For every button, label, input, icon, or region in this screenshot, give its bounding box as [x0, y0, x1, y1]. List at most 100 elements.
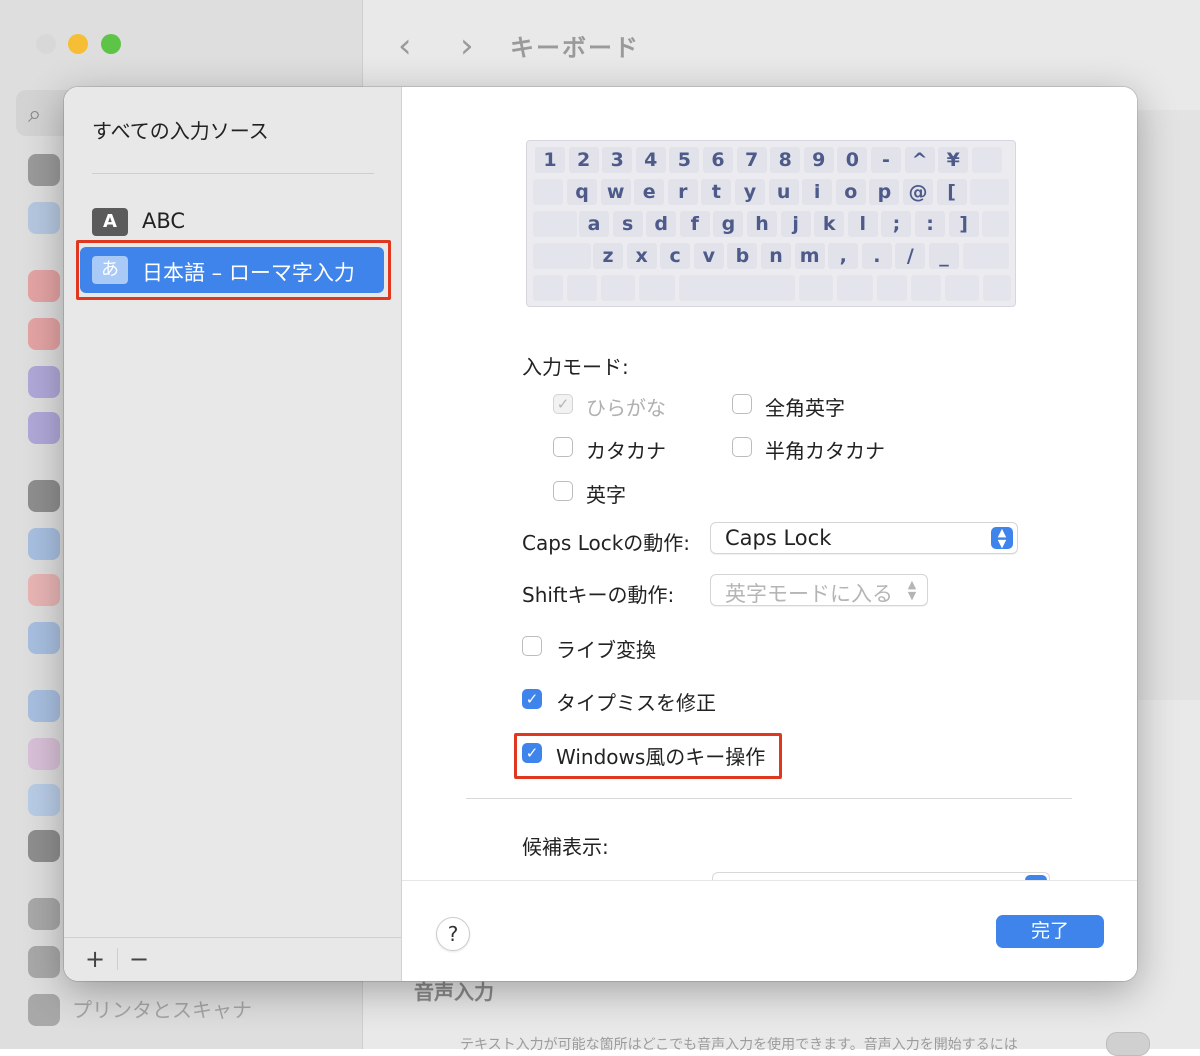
done-button[interactable]: 完了: [996, 915, 1104, 948]
keyboard-key-blank: [799, 275, 833, 301]
voice-input-toggle[interactable]: [1106, 1032, 1150, 1056]
keyboard-key: /: [895, 243, 926, 269]
input-mode-label: 入力モード:: [522, 355, 629, 379]
keyboard-key: m: [794, 243, 825, 269]
remove-source-button[interactable]: −: [124, 944, 154, 974]
keyboard-key-blank: [982, 211, 1009, 237]
keyboard-key: 9: [803, 147, 834, 173]
focus-icon: [28, 366, 60, 398]
keyboard-key: 6: [703, 147, 733, 173]
annotation-highlight-box: [76, 240, 391, 300]
input-sources-sheet: すべての入力ソース A ABC あ 日本語 – ローマ字入力 + − 12345…: [64, 87, 1137, 981]
keyboard-key: ]: [948, 211, 979, 237]
sources-footer: + −: [64, 937, 401, 981]
sidebar-item-printers[interactable]: プリンタとスキャナ: [72, 994, 252, 1023]
back-chevron-icon[interactable]: ‹: [398, 26, 412, 66]
appearance-icon: [28, 202, 60, 234]
keyboard-key-blank: [877, 275, 907, 301]
keyboard-key-blank: [533, 243, 591, 269]
add-source-button[interactable]: +: [80, 944, 110, 974]
mode-halfwidth-katakana-checkbox[interactable]: [732, 437, 752, 457]
keyboard-key: g: [713, 211, 744, 237]
source-item-abc[interactable]: A ABC: [80, 199, 384, 245]
abc-badge-icon: A: [92, 208, 128, 236]
divider: [117, 948, 118, 970]
help-button[interactable]: ?: [436, 917, 470, 951]
keyboard-key-blank: [970, 179, 1009, 205]
typo-fix-checkbox[interactable]: ✓: [522, 689, 542, 709]
keyboard-key: 0: [837, 147, 868, 173]
screen-time-icon: [28, 154, 60, 186]
keyboard-key: x: [626, 243, 657, 269]
divider: [92, 173, 374, 174]
keyboard-key: 2: [568, 147, 599, 173]
background-card: [1138, 110, 1200, 240]
zoom-window-button[interactable]: [101, 34, 121, 54]
keyboard-key: ,: [828, 243, 859, 269]
sheet-footer: ? 完了: [402, 880, 1137, 981]
keyboard-key: k: [814, 211, 845, 237]
keyboard-key: 7: [736, 147, 767, 173]
printer-icon: [28, 994, 60, 1026]
users-icon: [28, 622, 60, 654]
keyboard-key: c: [660, 243, 691, 269]
keyboard-key: o: [835, 179, 866, 205]
live-conversion-checkbox[interactable]: [522, 636, 542, 656]
mode-roman-checkbox[interactable]: [553, 481, 573, 501]
keyboard-key-blank: [601, 275, 635, 301]
background-card: [1138, 240, 1200, 700]
typo-fix-label: タイプミスを修正: [556, 691, 716, 715]
lock-icon: [28, 480, 60, 512]
internet-accounts-icon: [28, 690, 60, 722]
keyboard-key: 5: [669, 147, 700, 173]
keyboard-key: e: [634, 179, 665, 205]
touch-id-icon: [28, 574, 60, 606]
input-sources-title: すべての入力ソース: [92, 119, 269, 143]
mode-fullwidth-roman-label: 全角英字: [765, 396, 845, 420]
caps-lock-value: Caps Lock: [725, 526, 832, 550]
trackpad-icon: [28, 946, 60, 978]
shift-key-value: 英字モードに入る: [725, 582, 893, 606]
input-sources-sidebar: すべての入力ソース A ABC あ 日本語 – ローマ字入力 + −: [64, 87, 402, 981]
mode-hiragana-label: ひらがな: [586, 396, 666, 420]
keyboard-key: p: [869, 179, 900, 205]
keyboard-key: j: [780, 211, 811, 237]
keyboard-key: q: [567, 179, 597, 205]
search-icon: ⌕: [28, 100, 42, 128]
shift-key-select[interactable]: 英字モードに入る ▲ ▼: [710, 574, 928, 606]
keyboard-key: _: [929, 243, 959, 269]
keyboard-key-blank: [567, 275, 597, 301]
caps-lock-label: Caps Lockの動作:: [522, 531, 691, 555]
keyboard-key: 1: [535, 147, 565, 173]
up-down-chevron-icon: ▲ ▼: [907, 578, 917, 602]
forward-chevron-icon[interactable]: ›: [460, 26, 474, 66]
keyboard-key: ¥: [938, 147, 969, 173]
screen-time-hourglass-icon: [28, 412, 60, 444]
keyboard-key: [: [936, 179, 967, 205]
keyboard-key: r: [667, 179, 698, 205]
keyboard-key-blank: [837, 275, 873, 301]
keyboard-key-blank: [533, 179, 563, 205]
keyboard-key: t: [701, 179, 732, 205]
candidate-display-label: 候補表示:: [522, 835, 609, 859]
keyboard-key: d: [646, 211, 677, 237]
minimize-window-button[interactable]: [68, 34, 88, 54]
caps-lock-select[interactable]: Caps Lock ▲ ▼: [710, 522, 1018, 554]
keyboard-key-blank: [945, 275, 979, 301]
keyboard-key-blank: [971, 147, 1002, 173]
divider: [466, 798, 1072, 799]
keyboard-key: v: [693, 243, 724, 269]
mode-katakana-checkbox[interactable]: [553, 437, 573, 457]
close-window-button[interactable]: [36, 34, 56, 54]
keyboard-key-blank: [983, 275, 1011, 301]
keyboard-key: -: [871, 147, 901, 173]
source-item-label: ABC: [142, 209, 186, 233]
mode-hiragana-checkbox: ✓: [553, 394, 573, 414]
shift-key-label: Shiftキーの動作:: [522, 583, 675, 607]
mode-fullwidth-roman-checkbox[interactable]: [732, 394, 752, 414]
wallet-icon: [28, 830, 60, 862]
keyboard-key: :: [915, 211, 945, 237]
keyboard-key: @: [903, 179, 933, 205]
mode-roman-label: 英字: [586, 483, 626, 507]
keyboard-icon: [28, 898, 60, 930]
